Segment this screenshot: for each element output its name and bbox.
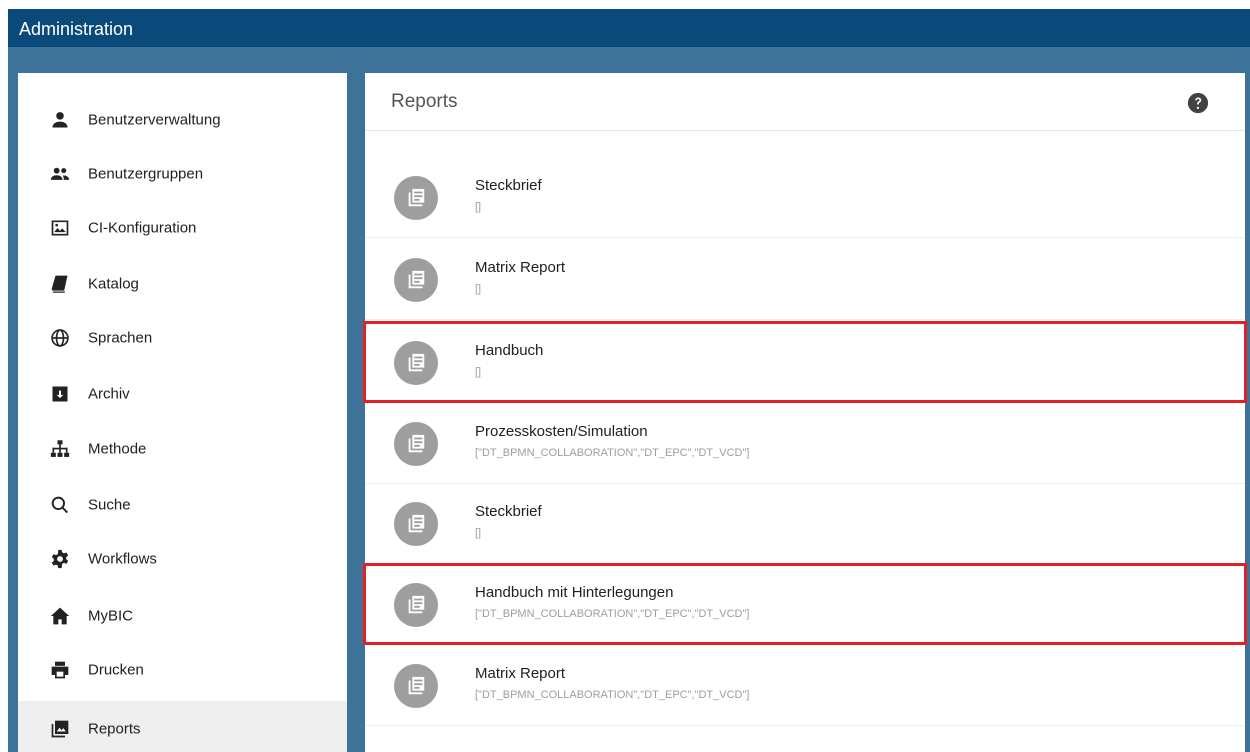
report-subtitle: ["DT_BPMN_COLLABORATION","DT_EPC","DT_VC… (475, 689, 750, 701)
report-icon (408, 353, 425, 372)
report-subtitle: ["DT_BPMN_COLLABORATION","DT_EPC","DT_VC… (475, 447, 750, 459)
report-subtitle: [] (475, 527, 482, 539)
sidebar-item-label: Benutzergruppen (88, 165, 204, 183)
sidebar-item-label: Workflows (88, 550, 157, 568)
photo-library-icon (49, 718, 71, 740)
report-avatar (394, 422, 438, 466)
report-title: Handbuch (475, 342, 544, 359)
sidebar-item-label: Sprachen (88, 329, 153, 347)
globe-icon (49, 327, 71, 349)
report-item-highlighted[interactable]: Handbuch [] (363, 321, 1247, 403)
reports-panel: Reports Steckbrief [] Matrix Report [] H… (363, 73, 1247, 752)
sidebar-item-suche[interactable]: Suche (18, 479, 347, 531)
sidebar-item-label: Methode (88, 440, 147, 458)
report-icon (408, 270, 425, 289)
sidebar-item-label: Reports (88, 720, 141, 738)
sidebar-item-benutzergruppen[interactable]: Benutzergruppen (18, 148, 347, 200)
report-avatar (394, 258, 438, 302)
report-title: Matrix Report (475, 665, 566, 682)
sidebar-item-label: Katalog (88, 275, 139, 293)
sidebar-item-label: Drucken (88, 661, 144, 679)
sidebar-item-sprachen[interactable]: Sprachen (18, 312, 347, 364)
report-avatar (394, 176, 438, 220)
sidebar-item-archiv[interactable]: Archiv (18, 368, 347, 420)
sidebar-item-label: Suche (88, 496, 131, 514)
sidebar-item-label: Archiv (88, 385, 130, 403)
report-avatar (394, 502, 438, 546)
report-item[interactable]: Prozesskosten/Simulation ["DT_BPMN_COLLA… (365, 403, 1245, 484)
image-icon (49, 217, 71, 239)
report-icon (408, 188, 425, 207)
sidebar-item-katalog[interactable]: Katalog (18, 258, 347, 310)
archive-icon (49, 383, 71, 405)
sidebar: Benutzerverwaltung Benutzergruppen CI-Ko… (18, 73, 347, 752)
book-icon (49, 273, 71, 295)
people-icon (49, 163, 71, 185)
search-icon (49, 494, 71, 516)
report-title: Handbuch mit Hinterlegungen (475, 584, 674, 601)
gear-icon (49, 548, 71, 570)
report-item[interactable]: Matrix Report ["DT_BPMN_COLLABORATION","… (365, 645, 1245, 726)
report-title: Prozesskosten/Simulation (475, 423, 648, 440)
sidebar-item-label: CI-Konfiguration (88, 219, 197, 237)
sidebar-item-reports[interactable]: Reports (18, 701, 347, 752)
sitemap-icon (49, 438, 71, 460)
sidebar-item-drucken[interactable]: Drucken (18, 644, 347, 696)
person-icon (49, 109, 71, 131)
report-item-highlighted[interactable]: Handbuch mit Hinterlegungen ["DT_BPMN_CO… (363, 563, 1247, 645)
sidebar-item-methode[interactable]: Methode (18, 423, 347, 475)
report-title: Steckbrief (475, 503, 542, 520)
report-avatar (394, 664, 438, 708)
sidebar-item-workflows[interactable]: Workflows (18, 533, 347, 585)
sidebar-item-label: MyBIC (88, 607, 133, 625)
sidebar-item-ci-konfiguration[interactable]: CI-Konfiguration (18, 202, 347, 254)
home-icon (49, 605, 71, 627)
report-icon (408, 514, 425, 533)
top-bar: Administration (8, 9, 1250, 47)
report-avatar (394, 341, 438, 385)
sidebar-item-label: Benutzerverwaltung (88, 111, 221, 129)
report-avatar (394, 583, 438, 627)
print-icon (49, 659, 71, 681)
report-item[interactable]: Matrix Report [] (365, 239, 1245, 320)
panel-header: Reports (365, 73, 1245, 131)
app-title: Administration (19, 19, 134, 39)
report-subtitle: [] (475, 201, 482, 213)
report-subtitle: [] (475, 283, 482, 295)
help-icon[interactable] (1187, 92, 1209, 114)
report-title: Steckbrief (475, 177, 542, 194)
report-icon (408, 595, 425, 614)
page-title: Reports (391, 91, 458, 112)
report-subtitle: ["DT_BPMN_COLLABORATION","DT_EPC","DT_VC… (475, 608, 750, 620)
sidebar-item-benutzerverwaltung[interactable]: Benutzerverwaltung (18, 94, 347, 146)
report-subtitle: [] (475, 366, 482, 378)
report-item[interactable]: Steckbrief [] (365, 157, 1245, 238)
sidebar-item-mybic[interactable]: MyBIC (18, 590, 347, 642)
report-title: Matrix Report (475, 259, 566, 276)
report-icon (408, 434, 425, 453)
report-icon (408, 676, 425, 695)
report-item[interactable]: Steckbrief [] (365, 483, 1245, 564)
app-frame: Administration Benutzerverwaltung Benutz… (8, 9, 1250, 752)
